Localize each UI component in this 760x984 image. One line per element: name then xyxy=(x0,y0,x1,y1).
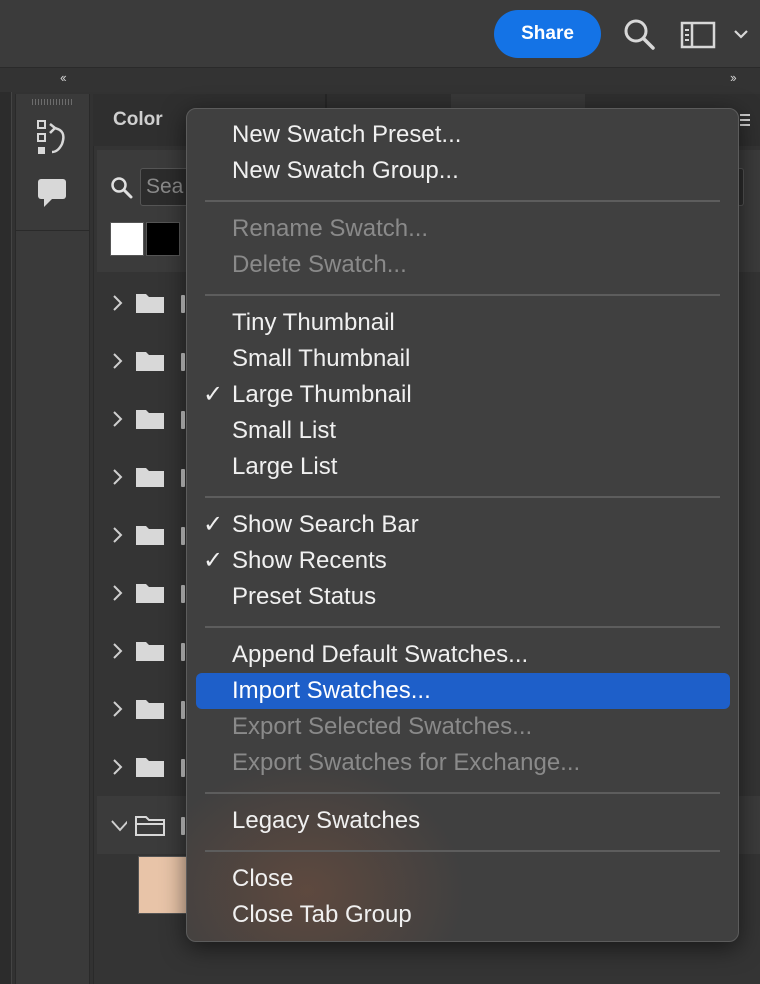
menu-item-rename-swatch: Rename Swatch... xyxy=(232,215,429,242)
folder-icon xyxy=(136,642,164,661)
swatch-folder-row[interactable] xyxy=(97,680,197,738)
swatch-folder-row[interactable] xyxy=(97,796,197,854)
swatch-folder-row[interactable] xyxy=(97,622,197,680)
menu-separator xyxy=(205,792,720,794)
menu-item-new-swatch-group[interactable]: New Swatch Group... xyxy=(232,153,459,189)
folder-name-stub xyxy=(181,469,185,487)
menu-separator xyxy=(205,850,720,852)
tab-color[interactable]: Color xyxy=(113,109,163,131)
menu-item-legacy-swatches[interactable]: Legacy Swatches xyxy=(232,803,420,839)
menu-item-tiny-thumbnail[interactable]: Tiny Thumbnail xyxy=(232,305,395,341)
tool-divider xyxy=(15,230,90,231)
folder-icon xyxy=(136,352,164,371)
chevron-right-icon[interactable] xyxy=(111,697,123,721)
workspace-layout-icon[interactable] xyxy=(680,20,716,50)
history-icon[interactable] xyxy=(34,118,70,158)
menu-item-small-thumbnail[interactable]: Small Thumbnail xyxy=(232,341,410,377)
folder-icon xyxy=(136,584,164,603)
search-icon[interactable] xyxy=(622,17,656,51)
checkmark-icon: ✓ xyxy=(203,511,224,538)
folder-icon xyxy=(136,410,164,429)
folder-name-stub xyxy=(181,643,185,661)
collapse-right-icon[interactable]: ›› xyxy=(730,70,737,85)
folder-name-stub xyxy=(181,411,185,429)
menu-item-delete-swatch: Delete Swatch... xyxy=(232,251,407,278)
menu-separator xyxy=(205,626,720,628)
swatch-folder-row[interactable] xyxy=(97,738,197,796)
chevron-down-icon[interactable] xyxy=(107,813,127,837)
checkmark-icon: ✓ xyxy=(203,547,224,574)
folder-icon xyxy=(136,294,164,313)
folder-name-stub xyxy=(181,295,185,313)
folder-name-stub xyxy=(181,353,185,371)
menu-item-new-swatch-preset[interactable]: New Swatch Preset... xyxy=(232,117,461,153)
folder-icon xyxy=(136,526,164,545)
swatch-folder-row[interactable] xyxy=(97,506,197,564)
menu-item-export-swatches-for-exchange: Export Swatches for Exchange... xyxy=(232,749,581,776)
folder-icon xyxy=(136,758,164,777)
folder-icon xyxy=(136,468,164,487)
swatch-folder-row[interactable] xyxy=(97,448,197,506)
recent-swatch[interactable] xyxy=(110,222,144,256)
menu-item-large-list[interactable]: Large List xyxy=(232,449,337,485)
menu-item-show-search-bar[interactable]: Show Search Bar xyxy=(232,507,419,543)
chevron-right-icon[interactable] xyxy=(111,639,123,663)
folder-open-icon xyxy=(135,816,165,836)
chevron-right-icon[interactable] xyxy=(111,291,123,315)
chevron-right-icon[interactable] xyxy=(111,465,123,489)
menu-item-import-swatches[interactable]: Import Swatches... xyxy=(232,673,431,709)
swatch-folder-row[interactable] xyxy=(97,564,197,622)
menu-item-small-list[interactable]: Small List xyxy=(232,413,336,449)
share-button[interactable]: Share xyxy=(494,10,601,58)
chevron-right-icon[interactable] xyxy=(111,523,123,547)
menu-separator xyxy=(205,496,720,498)
folder-icon xyxy=(136,700,164,719)
chevron-right-icon[interactable] xyxy=(111,407,123,431)
swatch-folder-row[interactable] xyxy=(97,332,197,390)
document-edge xyxy=(0,92,12,984)
chevron-right-icon[interactable] xyxy=(111,349,123,373)
panel-menu-icon[interactable] xyxy=(738,112,752,128)
menu-item-large-thumbnail[interactable]: Large Thumbnail xyxy=(232,377,412,413)
chevron-down-icon[interactable] xyxy=(732,24,750,44)
comment-icon[interactable] xyxy=(34,176,70,210)
panel-collapse-strip xyxy=(0,68,760,92)
folder-name-stub xyxy=(181,701,185,719)
menu-item-preset-status[interactable]: Preset Status xyxy=(232,579,376,615)
recent-swatch[interactable] xyxy=(146,222,180,256)
menu-item-export-selected-swatches: Export Selected Swatches... xyxy=(232,713,533,740)
folder-name-stub xyxy=(181,585,185,603)
swatch-thumbnail[interactable] xyxy=(138,856,192,914)
collapse-left-icon[interactable]: ‹‹ xyxy=(60,70,67,85)
menu-item-append-default-swatches[interactable]: Append Default Swatches... xyxy=(232,637,528,673)
chevron-right-icon[interactable] xyxy=(111,581,123,605)
folder-name-stub xyxy=(181,527,185,545)
folder-name-stub xyxy=(181,817,185,835)
swatches-panel-menu: New Swatch Preset... New Swatch Group... R… xyxy=(186,108,739,942)
swatch-folder-row[interactable] xyxy=(97,274,197,332)
search-icon xyxy=(111,177,133,199)
checkmark-icon: ✓ xyxy=(203,381,224,408)
swatch-folder-row[interactable] xyxy=(97,390,197,448)
menu-separator xyxy=(205,294,720,296)
chevron-right-icon[interactable] xyxy=(111,755,123,779)
menu-separator xyxy=(205,200,720,202)
menu-item-close[interactable]: Close xyxy=(232,861,293,897)
folder-name-stub xyxy=(181,759,185,777)
grip-handle-icon[interactable] xyxy=(32,99,72,105)
tool-column xyxy=(15,94,90,984)
menu-item-close-tab-group[interactable]: Close Tab Group xyxy=(232,897,412,933)
menu-item-show-recents[interactable]: Show Recents xyxy=(232,543,387,579)
